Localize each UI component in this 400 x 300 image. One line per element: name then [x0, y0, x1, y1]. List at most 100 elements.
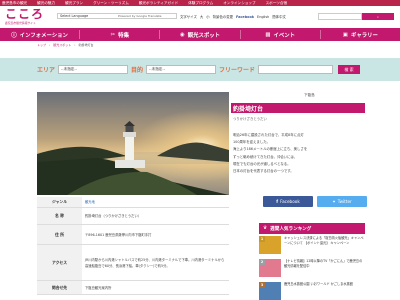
description-line: 日本の灯台を代表する灯台の一つです。 [233, 169, 294, 174]
description-line: 現在でも灯台の光が道しるべとなる。 [233, 161, 291, 166]
detail-label: 住 所 [37, 225, 82, 244]
twitter-share-button[interactable]: ✦ Twitter [317, 196, 367, 207]
main-nav: ⓘ インフォメーション ✂ 特集 ◉ 観光スポット ▦ イベント ▣ ギャラリー [0, 28, 400, 41]
genre-link[interactable]: 観光地 [82, 197, 229, 207]
breadcrumb-spots[interactable]: 観光スポット [53, 43, 71, 47]
nav-label: イベント [273, 32, 296, 39]
english-link[interactable]: English [257, 15, 269, 19]
breadcrumb-separator: › [74, 43, 76, 47]
calendar-icon: ▦ [265, 31, 271, 38]
ranking-thumbnail: 2 [259, 259, 281, 277]
topbar-link[interactable]: スポーツ合宿 [266, 1, 288, 6]
detail-value: 釣掛埼灯台（つりかけざきとうだい） [85, 214, 142, 218]
chinese-link[interactable]: 簡体中文 [272, 14, 286, 19]
food-icon: ✂ [110, 31, 116, 38]
translate-powered-by: Powered by Google Translate [118, 14, 162, 18]
font-size-small-button[interactable]: 小 [206, 14, 209, 19]
nav-label: 観光スポット [187, 32, 221, 39]
nav-label: ギャラリー [350, 32, 378, 39]
nav-item-feature[interactable]: ✂ 特集 [80, 30, 161, 39]
twitter-share-label: Twitter [337, 199, 352, 204]
spot-area: 下甑島 [304, 93, 315, 97]
nav-label: 特集 [118, 32, 129, 39]
topbar-link[interactable]: オンラインショップ [223, 1, 255, 6]
facebook-link[interactable]: Facebook [236, 15, 254, 19]
language-select-label: Select Language [60, 14, 89, 18]
genre-select-value: --未指定-- [149, 67, 165, 71]
font-size-label: 文字サイズ [180, 15, 197, 19]
freeword-label: フリーワード [219, 67, 256, 74]
topbar-link[interactable]: グリーン・ツーリズム [93, 1, 129, 6]
description-line: 海上より186メートルの断崖上に立ち、美しさを [233, 147, 308, 152]
site-logo[interactable]: こころ 鹿児島市観光情報サイト [5, 8, 50, 27]
rank-number: 1 [259, 236, 265, 242]
topbar-link[interactable]: 観光の魅力 [37, 1, 55, 6]
ranking-item[interactable]: 1 キャッシュレス決済による「桜島噴火後観光」キャンペーンについて 【ポイント還… [259, 236, 365, 258]
spot-search-bar: エリア --未指定-- 目的 --未指定-- フリーワード 検 索 [0, 58, 400, 81]
detail-value: 下甑島観光案内所 [85, 285, 112, 290]
header-search-button[interactable]: ⌕ [362, 13, 394, 20]
spot-description: 明治26年に建設された灯台で、平成8年に点灯 100周年を迎えました。 海上より… [233, 132, 361, 175]
search-icon: ⌕ [377, 14, 379, 19]
logo-subtitle: 鹿児島市観光情報サイト [5, 21, 36, 25]
freeword-input[interactable] [258, 65, 334, 74]
detail-label: アクセス [37, 245, 82, 280]
area-label: エリア [37, 67, 56, 74]
topbar-link[interactable]: 鹿児島市の観光 [2, 1, 27, 6]
detail-label: 名 称 [37, 208, 82, 224]
camera-icon: ◉ [179, 31, 185, 38]
breadcrumb-home[interactable]: トップ [37, 43, 46, 47]
ranking-item-text: キャッシュレス決済による「桜島噴火後観光」キャンペーンについて 【ポイント還元】… [284, 236, 364, 246]
rank-number: 3 [259, 282, 265, 288]
nav-item-events[interactable]: ▦ イベント [241, 30, 321, 39]
detail-value: JR川内駅から川内港シャトルバスで約25分、川内港ターミナルで下車。川内港ターミ… [85, 257, 225, 268]
twitter-icon: ✦ [332, 199, 336, 204]
spot-title: 釣掛埼灯台 [231, 103, 365, 113]
detail-value: 〒896-1601 鹿児島県薩摩川内市下甑町手打 [85, 232, 152, 237]
spot-ruby: つりかけざきとうだい [233, 117, 267, 121]
description-line: 明治26年に建設された灯台で、平成8年に点灯 [233, 133, 304, 137]
breadcrumb-current: 釣掛埼灯台 [78, 43, 94, 47]
table-row: ジャンル 観光地 [37, 197, 229, 208]
topbar-link[interactable]: 観光ボランティアガイド [139, 1, 178, 6]
genre-label: 目的 [131, 67, 144, 74]
rank-number: 2 [259, 259, 265, 265]
spot-details-table: ジャンル 観光地 名 称 釣掛埼灯台（つりかけざきとうだい） 住 所 〒896-… [37, 197, 229, 295]
breadcrumb-separator: › [49, 43, 51, 47]
lighthouse-photo [37, 92, 229, 195]
genre-select[interactable]: --未指定-- [146, 65, 217, 74]
nav-item-gallery[interactable]: ▣ ギャラリー [321, 30, 400, 39]
site-header: こころ 鹿児島市観光情報サイト Select Language Powered … [0, 6, 400, 28]
crown-icon: ♛ [263, 226, 268, 231]
font-size-large-button[interactable]: 大 [200, 14, 203, 19]
facebook-share-button[interactable]: f Facebook [263, 196, 313, 207]
facebook-share-label: Facebook [280, 199, 300, 204]
nav-item-spots[interactable]: ◉ 観光スポット [160, 30, 241, 39]
nav-label: インフォメーション [19, 32, 68, 39]
table-row: 問合せ先 下甑島観光案内所 [37, 281, 229, 295]
table-row: 名 称 釣掛埼灯台（つりかけざきとうだい） [37, 208, 229, 225]
ranking-item[interactable]: 2 【ナレビ情報】12時以降のTV「かごにん」で鹿児島の観光情報を配信中 [259, 259, 365, 281]
background-color-button[interactable]: 背景色の変更 [213, 14, 233, 19]
ranking-thumbnail: 1 [259, 236, 281, 254]
table-row: 住 所 〒896-1601 鹿児島県薩摩川内市下甑町手打 [37, 225, 229, 245]
nav-item-information[interactable]: ⓘ インフォメーション [0, 30, 81, 39]
header-search-input[interactable] [318, 13, 362, 20]
topbar-link[interactable]: 体験プログラム [188, 1, 213, 6]
search-submit-button[interactable]: 検 索 [338, 65, 361, 74]
ranking-item[interactable]: 3 鹿児島水族館公園 いおワールド かごしま水族館 [259, 282, 365, 300]
ranking-item-text: 鹿児島水族館公園 いおワールド かごしま水族館 [284, 282, 353, 286]
logo-mark: こころ [5, 7, 45, 21]
spot-photo [37, 92, 229, 195]
area-select[interactable]: --未指定-- [58, 65, 129, 74]
header-links: 文字サイズ 大 小 背景色の変更 Facebook English 簡体中文 [180, 14, 286, 20]
description-line: ずっと眺め続けてきた灯台。沖合いには、 [233, 154, 298, 159]
info-icon: ⓘ [11, 32, 17, 39]
facebook-icon: f [276, 199, 279, 204]
gallery-icon: ▣ [342, 31, 348, 38]
ranking-header: ♛ 週間人気ランキング [259, 223, 365, 234]
breadcrumb: トップ › 観光スポット › 釣掛埼灯台 [37, 43, 93, 47]
ranking-item-text: 【ナレビ情報】12時以降のTV「かごにん」で鹿児島の観光情報を配信中 [284, 259, 363, 269]
topbar-link[interactable]: 観光プラン [65, 1, 83, 6]
share-buttons: f Facebook ✦ Twitter [263, 196, 367, 207]
